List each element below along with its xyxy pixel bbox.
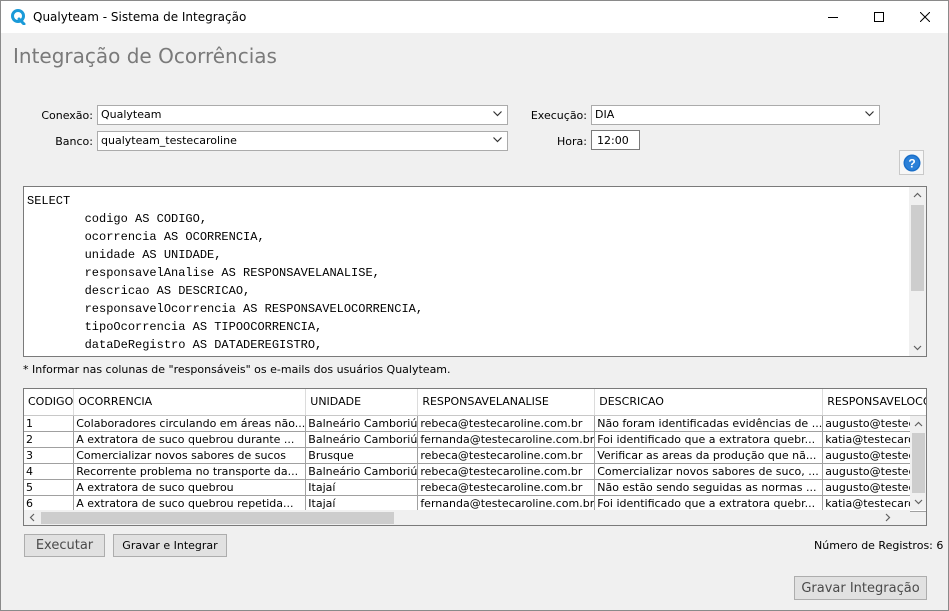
table-cell[interactable]: Não foram identificadas evidências de ..… bbox=[594, 415, 824, 432]
help-icon: ? bbox=[903, 154, 920, 171]
execucao-value: DIA bbox=[595, 108, 615, 121]
scroll-right-icon[interactable] bbox=[883, 513, 892, 522]
table-cell[interactable]: A extratora de suco quebrou repetida... bbox=[73, 495, 307, 512]
table-cell[interactable]: rebeca@testecaroline.com.br bbox=[417, 463, 596, 480]
table-cell[interactable]: 2 bbox=[24, 431, 75, 448]
table-cell[interactable]: rebeca@testecaroline.com.br bbox=[417, 479, 596, 496]
banco-value: qualyteam_testecaroline bbox=[101, 134, 237, 147]
scroll-down-icon[interactable] bbox=[914, 497, 923, 506]
grid-hscroll-thumb[interactable] bbox=[41, 512, 394, 524]
column-header[interactable]: DESCRICAO bbox=[594, 389, 824, 416]
grid-vertical-scrollbar[interactable] bbox=[910, 416, 926, 510]
close-button[interactable] bbox=[902, 1, 948, 33]
column-header[interactable]: OCORRENCIA bbox=[73, 389, 307, 416]
table-cell[interactable]: A extratora de suco quebrou durante ... bbox=[73, 431, 307, 448]
scroll-up-icon[interactable] bbox=[913, 191, 922, 200]
table-cell[interactable]: Itajaí bbox=[305, 479, 419, 496]
table-cell[interactable]: Itajaí bbox=[305, 495, 419, 512]
gravar-e-integrar-button[interactable]: Gravar e Integrar bbox=[113, 534, 227, 557]
chevron-down-icon bbox=[493, 137, 502, 143]
table-cell[interactable]: Verificar as areas da produção que nã... bbox=[594, 447, 824, 464]
scroll-up-icon[interactable] bbox=[914, 420, 923, 429]
column-header[interactable]: UNIDADE bbox=[305, 389, 419, 416]
conexao-value: Qualyteam bbox=[101, 108, 162, 121]
maximize-button[interactable] bbox=[856, 1, 902, 33]
table-row[interactable]: 5 A extratora de suco quebrou Itajaí reb… bbox=[24, 479, 926, 496]
chevron-down-icon bbox=[865, 111, 874, 117]
table-cell[interactable]: Foi identificado que a extratora quebr..… bbox=[594, 495, 824, 512]
minimize-icon bbox=[828, 17, 838, 18]
table-cell[interactable]: Foi identificado que a extratora quebr..… bbox=[594, 431, 824, 448]
table-cell[interactable]: rebeca@testecaroline.com.br bbox=[417, 447, 596, 464]
column-header[interactable]: RESPONSAVELOCORRENCIA bbox=[822, 389, 926, 416]
maximize-icon bbox=[874, 12, 884, 22]
conexao-label: Conexão: bbox=[41, 109, 93, 122]
table-cell[interactable]: Recorrente problema no transporte da... bbox=[73, 463, 307, 480]
executar-button[interactable]: Executar bbox=[24, 534, 105, 557]
sql-vertical-scrollbar[interactable] bbox=[909, 187, 926, 356]
table-cell[interactable]: 3 bbox=[24, 447, 75, 464]
chevron-down-icon bbox=[493, 111, 502, 117]
banco-select[interactable]: qualyteam_testecaroline bbox=[97, 131, 508, 151]
grid-vscroll-thumb[interactable] bbox=[912, 433, 925, 493]
table-cell[interactable]: 5 bbox=[24, 479, 75, 496]
table-cell[interactable]: Comercializar novos sabores de suco, ... bbox=[594, 463, 824, 480]
conexao-select[interactable]: Qualyteam bbox=[97, 105, 508, 125]
execucao-label: Execução: bbox=[530, 109, 587, 122]
scroll-left-icon[interactable] bbox=[28, 513, 37, 522]
minimize-button[interactable] bbox=[810, 1, 856, 33]
column-header[interactable]: CODIGO bbox=[24, 389, 75, 416]
hora-input[interactable]: 12:00 bbox=[591, 130, 640, 150]
banco-label: Banco: bbox=[55, 135, 93, 148]
table-row[interactable]: 2 A extratora de suco quebrou durante ..… bbox=[24, 431, 926, 448]
table-row[interactable]: 3 Comercializar novos sabores de sucos B… bbox=[24, 447, 926, 464]
table-cell[interactable]: 1 bbox=[24, 415, 75, 432]
table-cell[interactable]: Balneário Camboriú bbox=[305, 415, 419, 432]
table-cell[interactable]: rebeca@testecaroline.com.br bbox=[417, 415, 596, 432]
table-cell[interactable]: Balneário Camboriú bbox=[305, 463, 419, 480]
column-header[interactable]: RESPONSAVELANALISE bbox=[417, 389, 596, 416]
svg-text:?: ? bbox=[908, 156, 915, 170]
app-window: Qualyteam - Sistema de Integração Integr… bbox=[0, 0, 949, 611]
table-cell[interactable]: Comercializar novos sabores de sucos bbox=[73, 447, 307, 464]
table-cell[interactable]: Brusque bbox=[305, 447, 419, 464]
sql-scroll-thumb[interactable] bbox=[911, 205, 924, 291]
registros-count: Número de Registros: 6 bbox=[814, 539, 944, 552]
table-cell[interactable]: fernanda@testecaroline.com.br bbox=[417, 495, 596, 512]
table-row[interactable]: 6 A extratora de suco quebrou repetida..… bbox=[24, 495, 926, 512]
sql-query-text: SELECT codigo AS CODIGO, ocorrencia AS O… bbox=[27, 194, 424, 352]
table-cell[interactable]: 6 bbox=[24, 495, 75, 512]
hora-label: Hora: bbox=[557, 135, 587, 148]
table-cell[interactable]: Balneário Camboriú bbox=[305, 431, 419, 448]
hora-value: 12:00 bbox=[597, 134, 629, 147]
grid-horizontal-scrollbar[interactable] bbox=[24, 510, 910, 525]
execucao-select[interactable]: DIA bbox=[591, 105, 880, 125]
qualyteam-logo-icon bbox=[11, 9, 26, 25]
table-cell[interactable]: fernanda@testecaroline.com.br bbox=[417, 431, 596, 448]
title-bar[interactable]: Qualyteam - Sistema de Integração bbox=[1, 1, 948, 33]
table-cell[interactable]: Colaboradores circulando em áreas não... bbox=[73, 415, 307, 432]
sql-query-editor[interactable]: SELECT codigo AS CODIGO, ocorrencia AS O… bbox=[23, 186, 927, 357]
close-icon bbox=[920, 12, 930, 22]
window-title: Qualyteam - Sistema de Integração bbox=[33, 10, 247, 24]
results-table: CODIGO OCORRENCIA UNIDADE RESPONSAVELANA… bbox=[24, 389, 926, 512]
table-cell[interactable]: 4 bbox=[24, 463, 75, 480]
responsaveis-note: * Informar nas colunas de "responsáveis"… bbox=[23, 363, 451, 376]
table-header-row: CODIGO OCORRENCIA UNIDADE RESPONSAVELANA… bbox=[24, 389, 926, 416]
table-cell[interactable]: Não estão sendo seguidas as normas ... bbox=[594, 479, 824, 496]
table-row[interactable]: 1 Colaboradores circulando em áreas não.… bbox=[24, 415, 926, 432]
gravar-integracao-button[interactable]: Gravar Integração bbox=[794, 576, 927, 600]
table-row[interactable]: 4 Recorrente problema no transporte da..… bbox=[24, 463, 926, 480]
page-title: Integração de Ocorrências bbox=[13, 44, 277, 68]
results-grid[interactable]: CODIGO OCORRENCIA UNIDADE RESPONSAVELANA… bbox=[23, 388, 927, 526]
help-button[interactable]: ? bbox=[899, 150, 924, 175]
table-cell[interactable]: A extratora de suco quebrou bbox=[73, 479, 307, 496]
scroll-down-icon[interactable] bbox=[913, 343, 922, 352]
